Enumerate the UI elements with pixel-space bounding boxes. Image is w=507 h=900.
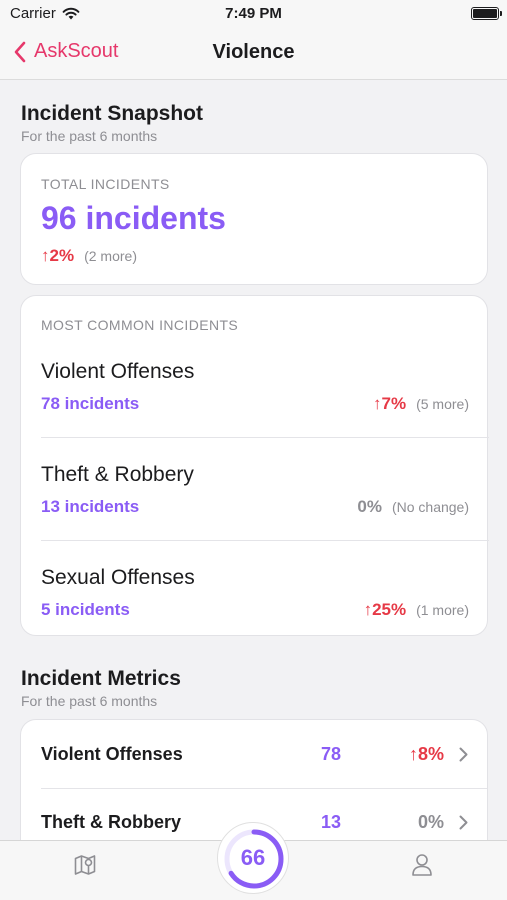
incident-change-percent: ↑7% bbox=[373, 394, 407, 413]
incident-name: Violent Offenses bbox=[41, 360, 195, 383]
incident-change: 0% (No change) bbox=[357, 497, 469, 517]
common-incidents-card: MOST COMMON INCIDENTS Violent Offenses 7… bbox=[20, 295, 489, 636]
metrics-title: Incident Metrics bbox=[21, 667, 181, 690]
incident-row-violent: Violent Offenses 78 incidents ↑7% (5 mor… bbox=[41, 360, 469, 463]
metric-count: 13 bbox=[320, 812, 342, 832]
incident-row-sexual: Sexual Offenses 5 incidents ↑25% (1 more… bbox=[41, 566, 469, 669]
status-time: 7:49 PM bbox=[225, 5, 282, 22]
incident-change-note: (1 more) bbox=[416, 602, 469, 618]
total-incidents-change: ↑2% (2 more) bbox=[41, 246, 137, 266]
chevron-right-icon bbox=[459, 747, 468, 762]
tab-profile[interactable] bbox=[411, 853, 433, 882]
incident-change-percent: ↑25% bbox=[363, 600, 407, 619]
metrics-subtitle: For the past 6 months bbox=[21, 693, 158, 709]
total-incidents-card: TOTAL INCIDENTS 96 incidents ↑2% (2 more… bbox=[20, 153, 488, 285]
incident-change: ↑25% (1 more) bbox=[364, 600, 469, 620]
metric-count: 78 bbox=[320, 744, 342, 764]
status-bar: Carrier 7:49 PM bbox=[0, 0, 507, 28]
incident-name: Theft & Robbery bbox=[41, 463, 194, 486]
total-change-note: (2 more) bbox=[84, 248, 137, 264]
divider bbox=[41, 540, 489, 541]
battery-icon bbox=[471, 7, 502, 20]
map-icon bbox=[74, 855, 96, 875]
common-incidents-label: MOST COMMON INCIDENTS bbox=[41, 317, 239, 333]
incident-count: 5 incidents bbox=[41, 600, 130, 619]
metric-name: Violent Offenses bbox=[41, 744, 183, 764]
nav-bar: AskScout Violence bbox=[0, 28, 507, 80]
incident-row-theft: Theft & Robbery 13 incidents 0% (No chan… bbox=[41, 463, 469, 566]
safety-score-button[interactable]: 66 bbox=[217, 822, 289, 894]
incident-change-percent: 0% bbox=[357, 497, 382, 516]
chevron-right-icon bbox=[459, 815, 468, 830]
total-incidents-count: 96 incidents bbox=[41, 200, 226, 236]
safety-score-value: 66 bbox=[240, 845, 266, 870]
snapshot-subtitle: For the past 6 months bbox=[21, 128, 158, 144]
tab-map[interactable] bbox=[73, 853, 97, 882]
incident-change-note: (No change) bbox=[391, 499, 469, 515]
incident-change: ↑7% (5 more) bbox=[373, 394, 469, 414]
incident-count: 78 incidents bbox=[41, 394, 140, 413]
incident-name: Sexual Offenses bbox=[41, 566, 195, 589]
metric-change: 0% bbox=[417, 812, 444, 832]
profile-icon bbox=[412, 854, 432, 876]
metric-name: Theft & Robbery bbox=[41, 812, 182, 832]
incident-change-note: (5 more) bbox=[416, 396, 469, 412]
divider bbox=[41, 437, 489, 438]
snapshot-title: Incident Snapshot bbox=[21, 102, 204, 125]
incident-count: 13 incidents bbox=[41, 497, 140, 516]
total-change-percent: ↑2% bbox=[41, 246, 75, 265]
metric-row-violent[interactable]: Violent Offenses 78 ↑8% bbox=[21, 720, 487, 788]
total-incidents-label: TOTAL INCIDENTS bbox=[41, 176, 170, 192]
page-title: Violence bbox=[212, 41, 295, 63]
metric-change: ↑8% bbox=[408, 744, 444, 764]
